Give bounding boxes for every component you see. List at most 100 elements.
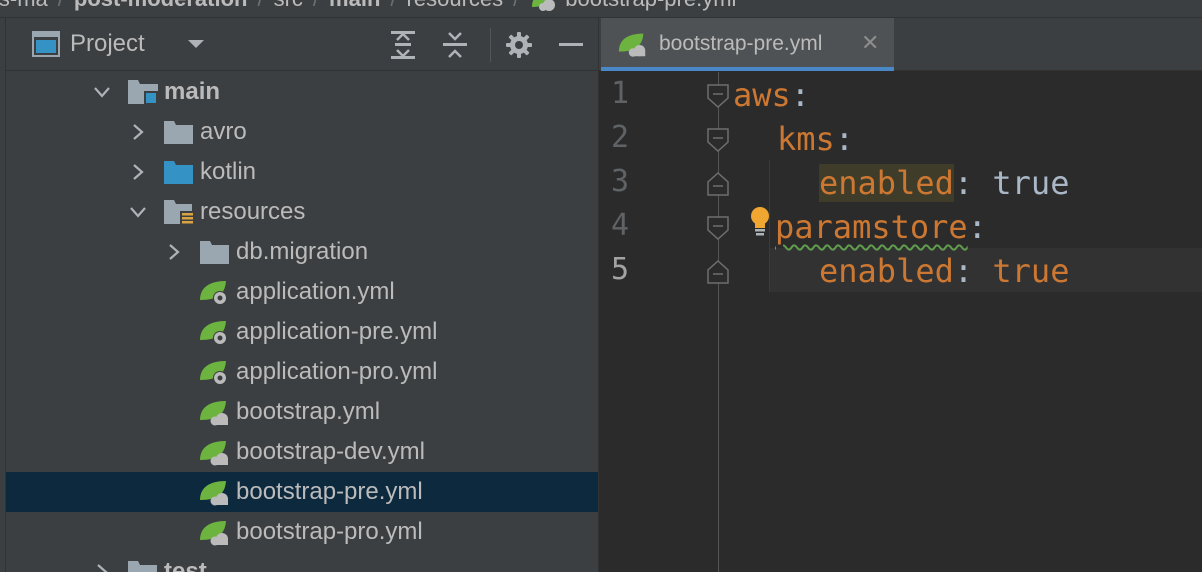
collapse-all-button[interactable]: [438, 28, 472, 62]
chevron-right-icon[interactable]: [128, 162, 148, 182]
tree-item-label: bootstrap-pro.yml: [236, 518, 423, 545]
spring-bootstrap-icon: [618, 33, 646, 57]
fold-open-icon[interactable]: [707, 128, 729, 152]
yaml-key: paramstore: [775, 208, 968, 246]
yaml-value: true: [992, 164, 1070, 202]
chevron-down-icon[interactable]: [128, 202, 148, 222]
breadcrumb-item[interactable]: main: [329, 0, 380, 12]
editor-tab-bar: bootstrap-pre.yml ✕: [599, 18, 1202, 71]
tree-item-label: bootstrap-pre.yml: [236, 478, 423, 505]
line-number: 5: [611, 252, 630, 287]
toolbar-divider: [490, 28, 491, 62]
yaml-colon: :: [953, 164, 974, 202]
yaml-key: kms: [777, 120, 835, 158]
tree-item-resources[interactable]: resources: [6, 192, 598, 232]
tab-bootstrap-pre-yml[interactable]: bootstrap-pre.yml ✕: [601, 18, 894, 71]
expand-all-button[interactable]: [386, 28, 420, 62]
line-number: 2: [611, 120, 630, 155]
yaml-key: aws: [733, 76, 791, 114]
spring-bootstrap-icon: [200, 401, 228, 426]
breadcrumb-separator: /: [313, 0, 319, 12]
line-number: 1: [611, 76, 630, 111]
chevron-right-icon[interactable]: [92, 562, 112, 572]
tree-item-label: kotlin: [200, 158, 257, 185]
code-line[interactable]: 4 paramstore:: [599, 204, 1202, 248]
editor: bootstrap-pre.yml ✕ 1 aws: 2 kms: 3 enab…: [598, 18, 1202, 572]
line-number: 4: [611, 208, 630, 243]
spring-bootstrap-icon: [532, 0, 556, 11]
line-number: 3: [611, 164, 630, 199]
chevron-down-icon[interactable]: [186, 38, 206, 50]
close-icon[interactable]: ✕: [861, 32, 879, 54]
collapse-all-icon: [443, 32, 467, 58]
yaml-value: true: [992, 252, 1070, 290]
tree-item-application-yml[interactable]: application.yml: [6, 272, 598, 312]
tree-item-label: avro: [200, 118, 247, 145]
breadcrumb-separator: /: [513, 0, 519, 12]
tree-item-application-pro-yml[interactable]: application-pro.yml: [6, 352, 598, 392]
fold-open-icon[interactable]: [707, 84, 729, 108]
breadcrumb: ls-ma / post-moderation / src / main / r…: [0, 0, 1202, 18]
tree-item-db-migration[interactable]: db.migration: [6, 232, 598, 272]
tree-item-kotlin[interactable]: kotlin: [6, 152, 598, 192]
expand-all-icon: [391, 31, 415, 59]
breadcrumb-item[interactable]: bootstrap-pre.yml: [565, 0, 736, 12]
yaml-colon: :: [790, 76, 811, 114]
code-line[interactable]: 2 kms:: [599, 116, 1202, 160]
minimize-icon: [559, 43, 583, 46]
tree-item-label: bootstrap.yml: [236, 398, 381, 425]
chevron-right-icon[interactable]: [164, 242, 184, 262]
tree-item-application-pre-yml[interactable]: application-pre.yml: [6, 312, 598, 352]
tree-item-bootstrap-pre-yml[interactable]: bootstrap-pre.yml: [6, 472, 598, 512]
project-toolbar: Project: [6, 18, 598, 71]
code-line[interactable]: 3 enabled: true: [599, 160, 1202, 204]
breadcrumb-separator: /: [58, 0, 64, 12]
spring-config-icon: [200, 281, 227, 305]
tree-item-label: main: [164, 78, 221, 105]
chevron-down-icon[interactable]: [92, 82, 112, 102]
code-line[interactable]: 1 aws:: [599, 72, 1202, 116]
project-window-icon: [32, 31, 60, 57]
breadcrumb-item[interactable]: ls-ma: [0, 0, 48, 12]
yaml-colon: :: [953, 252, 974, 290]
folder-icon: [128, 561, 157, 572]
spring-bootstrap-icon: [200, 521, 228, 546]
tree-item-label: db.migration: [236, 238, 369, 265]
spring-config-icon: [200, 361, 227, 385]
folder-icon: [164, 121, 193, 144]
tree-item-bootstrap-pro-yml[interactable]: bootstrap-pro.yml: [6, 512, 598, 552]
chevron-right-icon[interactable]: [128, 122, 148, 142]
tree-item-bootstrap-dev-yml[interactable]: bootstrap-dev.yml: [6, 432, 598, 472]
folder-icon: [200, 241, 229, 264]
project-view-selector[interactable]: Project: [70, 30, 145, 58]
settings-button[interactable]: [502, 28, 536, 62]
spring-bootstrap-icon: [200, 481, 228, 506]
tree-item-label: application.yml: [236, 278, 395, 305]
project-panel: Project main avro kotlin resources db.mi…: [6, 18, 598, 572]
yaml-colon: :: [967, 208, 987, 246]
minimize-button[interactable]: [554, 28, 588, 62]
lightbulb-icon[interactable]: [749, 206, 771, 236]
breadcrumb-item[interactable]: src: [274, 0, 303, 12]
yaml-key: enabled: [819, 252, 954, 290]
code-line[interactable]: 5 enabled: true: [599, 248, 1202, 292]
fold-open-icon[interactable]: [707, 216, 729, 240]
tree-item-label: application-pre.yml: [236, 318, 438, 345]
breadcrumb-item[interactable]: resources: [407, 0, 504, 12]
tree-item-label: application-pro.yml: [236, 358, 438, 385]
fold-close-icon[interactable]: [707, 172, 729, 196]
fold-close-icon[interactable]: [707, 260, 729, 284]
tree-item-label: bootstrap-dev.yml: [236, 438, 425, 465]
tree-item-bootstrap-yml[interactable]: bootstrap.yml: [6, 392, 598, 432]
gear-icon: [506, 32, 532, 58]
breadcrumb-separator: /: [257, 0, 263, 12]
breadcrumb-item[interactable]: post-moderation: [74, 0, 248, 12]
source-root-folder-icon: [128, 80, 158, 105]
spring-bootstrap-icon: [200, 441, 228, 466]
tree-item-main[interactable]: main: [6, 72, 598, 112]
code-editor[interactable]: 1 aws: 2 kms: 3 enabled: true 4 paramsto…: [599, 72, 1202, 572]
tree-item-test[interactable]: test: [6, 552, 598, 572]
tab-label: bootstrap-pre.yml: [659, 32, 823, 55]
spring-config-icon: [200, 321, 227, 345]
tree-item-avro[interactable]: avro: [6, 112, 598, 152]
